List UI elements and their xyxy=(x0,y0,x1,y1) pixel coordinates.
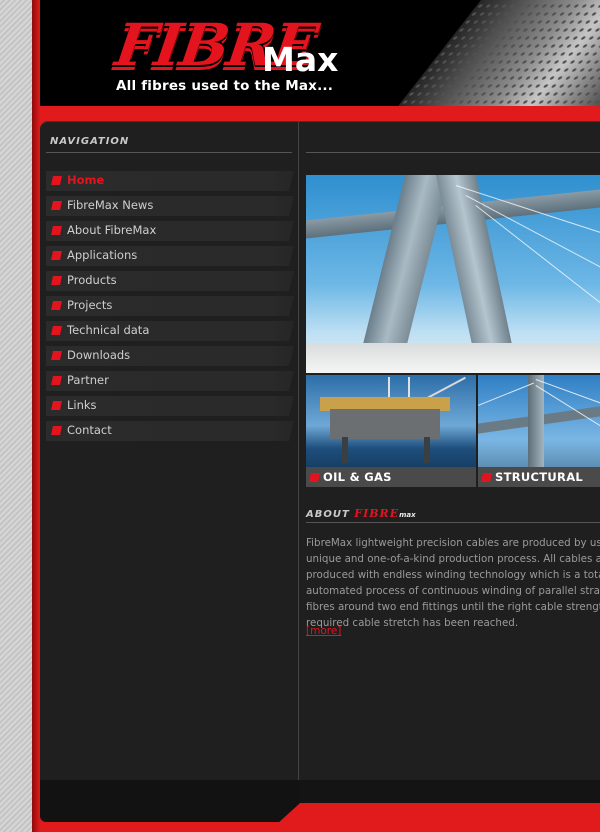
column-divider xyxy=(298,122,299,780)
nav-item-fibremax-news[interactable]: FibreMax News xyxy=(46,196,294,216)
tile-oil-gas[interactable]: OIL & GAS xyxy=(306,375,476,487)
nav-item-contact[interactable]: Contact xyxy=(46,421,294,441)
nav-item-projects[interactable]: Projects xyxy=(46,296,294,316)
footer-notch xyxy=(40,780,300,822)
logo-tagline: All fibres used to the Max... xyxy=(116,78,334,94)
nav-item-downloads[interactable]: Downloads xyxy=(46,346,294,366)
about-heading: ABOUT FIBREmax xyxy=(306,507,416,520)
bullet-icon xyxy=(51,176,62,185)
nav-item-label: Applications xyxy=(67,248,138,262)
rig-body xyxy=(330,409,440,439)
bridge-pylon xyxy=(360,175,452,355)
bullet-icon xyxy=(51,301,62,310)
nav-item-home[interactable]: Home xyxy=(46,171,294,191)
nav-item-label: Projects xyxy=(67,298,113,312)
nav-rule xyxy=(46,152,292,153)
about-line: fibres around two end fittings until the… xyxy=(306,601,600,613)
bridge-ground xyxy=(306,343,600,373)
nav-item-applications[interactable]: Applications xyxy=(46,246,294,266)
tile-label: OIL & GAS xyxy=(323,470,392,484)
bullet-icon xyxy=(51,401,62,410)
content-rule xyxy=(306,152,600,153)
about-line: unique and one-of-a-kind production proc… xyxy=(306,553,600,565)
tile-label: STRUCTURAL xyxy=(495,470,584,484)
nav-item-label: Products xyxy=(67,273,117,287)
nav-item-products[interactable]: Products xyxy=(46,271,294,291)
nav-title: NAVIGATION xyxy=(50,136,130,147)
bullet-icon xyxy=(51,251,62,260)
bullet-icon xyxy=(309,473,320,482)
oil-rig-image xyxy=(306,375,476,467)
site-header: FIBRE Max All fibres used to the Max... xyxy=(40,0,600,106)
bullet-icon xyxy=(51,226,62,235)
about-heading-max: max xyxy=(399,511,416,519)
rig-crane xyxy=(426,376,466,400)
tile-structural[interactable]: STRUCTURAL xyxy=(478,375,600,487)
nav-item-technical-data[interactable]: Technical data xyxy=(46,321,294,341)
rig-derrick xyxy=(388,377,410,399)
hero-bridge-image xyxy=(306,175,600,373)
about-line: required cable stretch has been reached. xyxy=(306,617,519,629)
nav-item-label: Partner xyxy=(67,373,109,387)
nav-item-label: About FibreMax xyxy=(67,223,157,237)
nav-menu: Home FibreMax News About FibreMax Applic… xyxy=(46,171,294,446)
bullet-icon xyxy=(51,326,62,335)
nav-item-label: Links xyxy=(67,398,97,412)
nav-item-label: FibreMax News xyxy=(67,198,154,212)
more-link[interactable]: [more] xyxy=(306,625,341,637)
nav-item-label: Contact xyxy=(67,423,112,437)
bullet-icon xyxy=(51,201,62,210)
nav-item-label: Technical data xyxy=(67,323,150,337)
header-rope-image xyxy=(371,0,600,106)
bullet-icon xyxy=(481,473,492,482)
bullet-icon xyxy=(51,276,62,285)
about-rule xyxy=(306,522,600,523)
bullet-icon xyxy=(51,351,62,360)
nav-item-links[interactable]: Links xyxy=(46,396,294,416)
nav-item-label: Home xyxy=(67,173,105,187)
about-paragraph: FibreMax lightweight precision cables ar… xyxy=(306,535,600,631)
rig-leg xyxy=(424,437,430,463)
rig-leg xyxy=(342,437,348,463)
bullet-icon xyxy=(51,376,62,385)
tile-caption: OIL & GAS xyxy=(306,467,476,487)
nav-item-about-fibremax[interactable]: About FibreMax xyxy=(46,221,294,241)
about-line: FibreMax lightweight precision cables ar… xyxy=(306,537,600,549)
about-heading-fibre: FIBRE xyxy=(354,507,400,520)
tile-caption: STRUCTURAL xyxy=(478,467,600,487)
bridge-cable xyxy=(478,382,535,406)
structural-bridge-image xyxy=(478,375,600,467)
logo-max-text: Max xyxy=(262,40,339,79)
about-heading-prefix: ABOUT xyxy=(306,509,350,520)
nav-item-label: Downloads xyxy=(67,348,131,362)
site-logo[interactable]: FIBRE Max All fibres used to the Max... xyxy=(111,11,356,94)
nav-item-partner[interactable]: Partner xyxy=(46,371,294,391)
bullet-icon xyxy=(51,426,62,435)
about-line: automated process of continuous winding … xyxy=(306,585,600,597)
about-line: produced with endless winding technology… xyxy=(306,569,600,581)
